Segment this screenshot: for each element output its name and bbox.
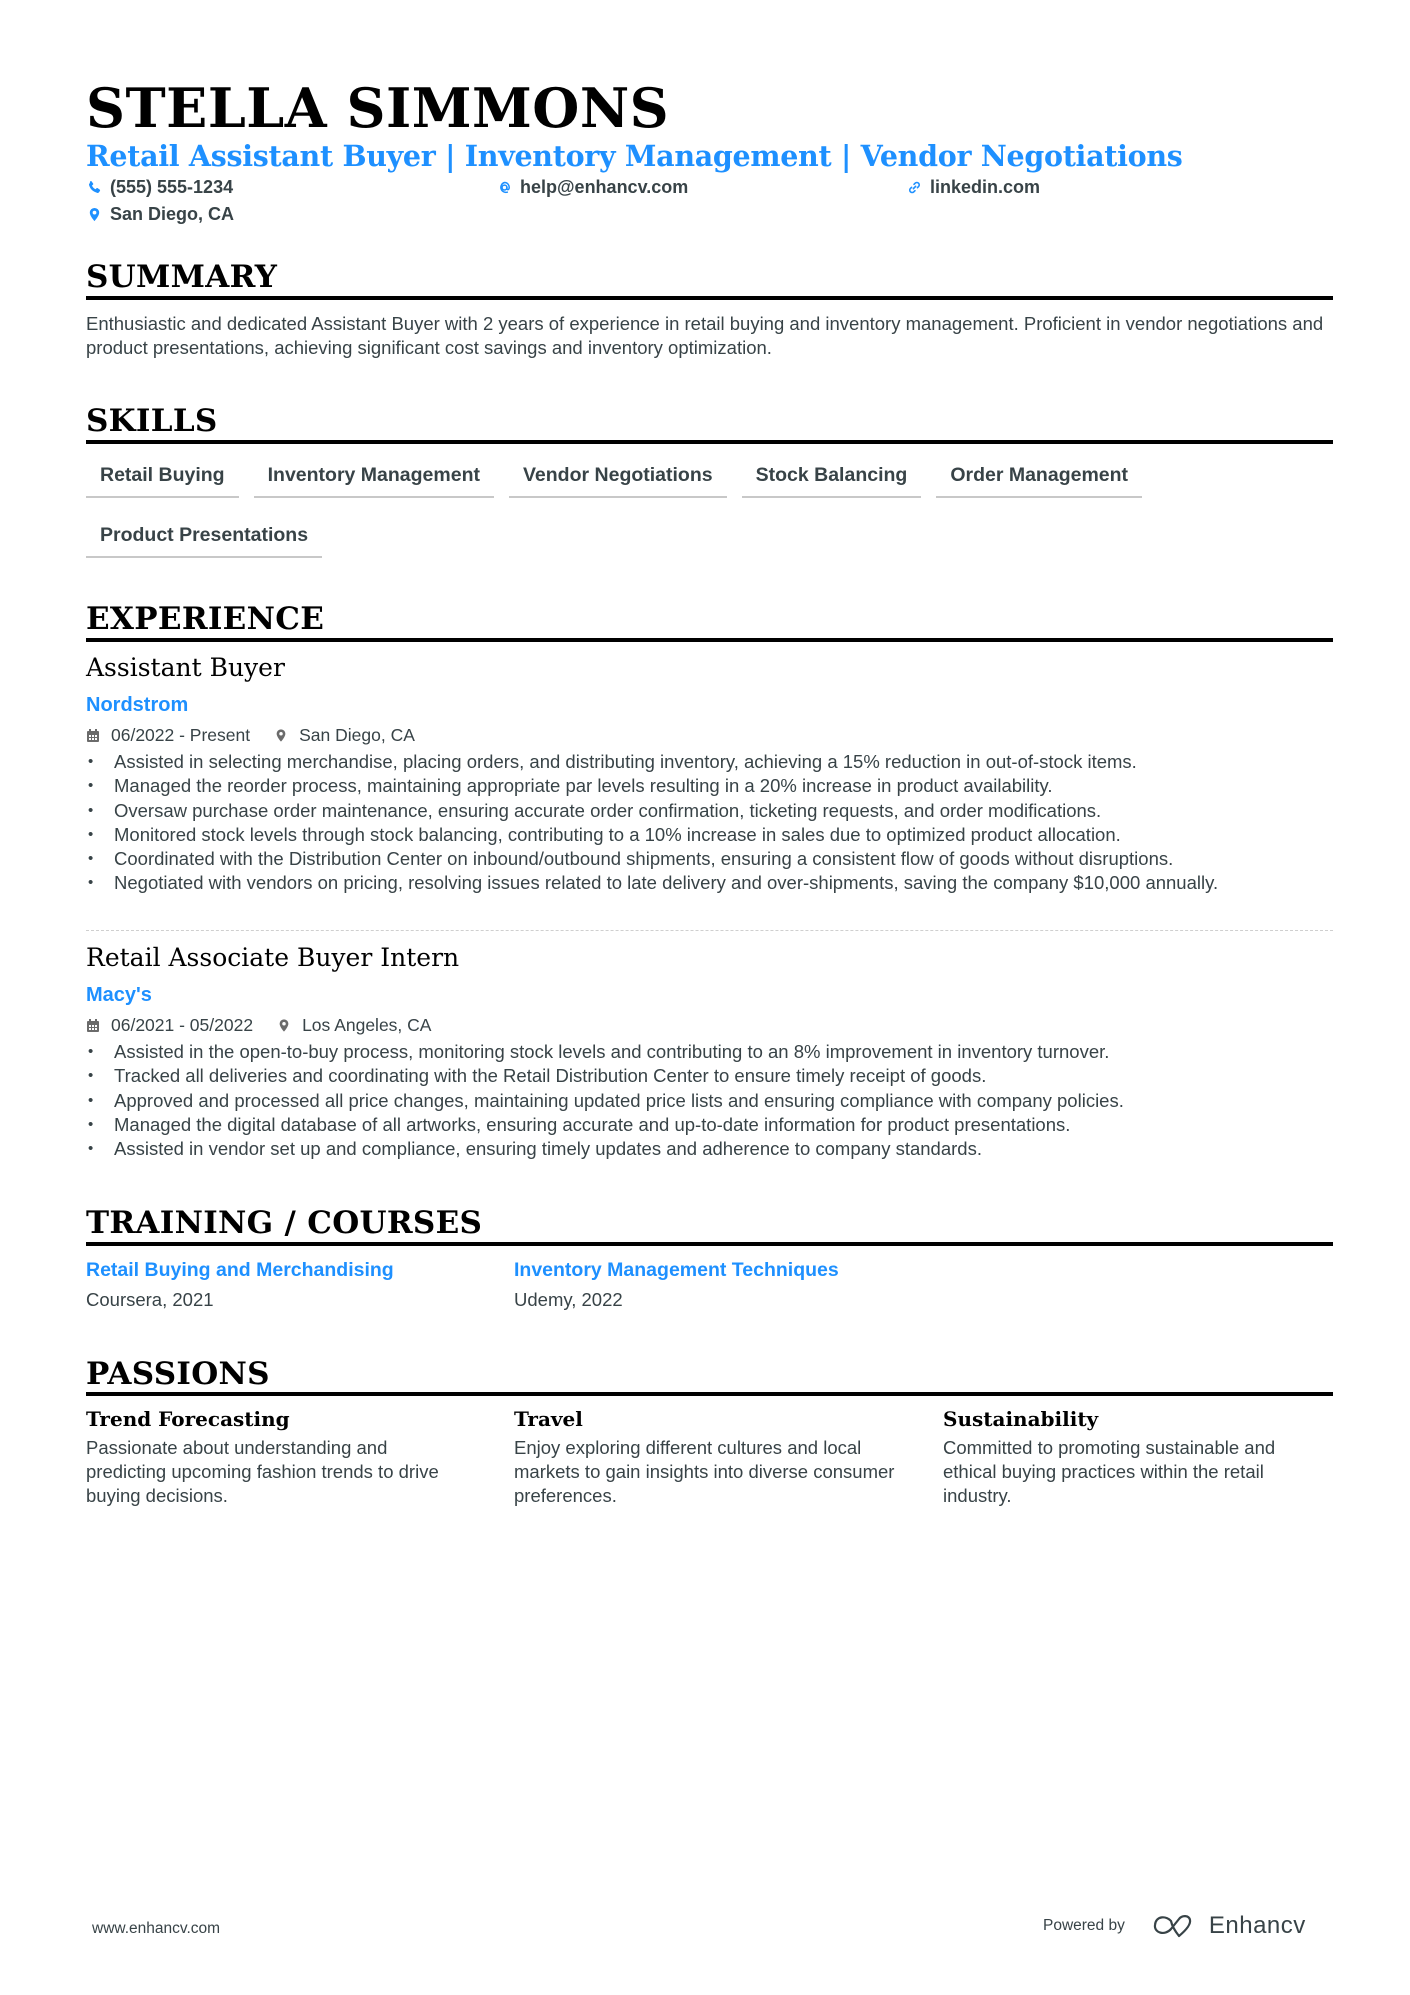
job-title: Assistant Buyer	[86, 653, 285, 682]
location-text: San Diego, CA	[110, 204, 235, 224]
job-separator	[86, 930, 1333, 931]
summary-text: Enthusiastic and dedicated Assistant Buy…	[86, 313, 1324, 358]
passion-item: Trend Forecasting Passionate about under…	[86, 1406, 486, 1508]
skill-tag: Retail Buying	[86, 458, 239, 498]
passion-title: Trend Forecasting	[86, 1407, 290, 1431]
experience-heading: EXPERIENCE	[86, 601, 325, 637]
job-location: Los Angeles, CA	[302, 1015, 432, 1035]
bullet-item: Coordinated with the Distribution Center…	[86, 847, 1333, 872]
passion-title: Travel	[514, 1407, 583, 1431]
course-title: Inventory Management Techniques	[514, 1259, 839, 1281]
phone-icon	[86, 178, 102, 196]
skills-heading: SKILLS	[86, 403, 218, 439]
link-icon	[906, 178, 922, 196]
job-bullets: Assisted in selecting merchandise, placi…	[86, 750, 1333, 896]
contact-location: San Diego, CA	[86, 203, 234, 225]
footer-branding: Powered by Enhancv	[1043, 1912, 1306, 1940]
passion-title: Sustainability	[943, 1407, 1099, 1431]
course-meta: Coursera, 2021	[86, 1289, 214, 1310]
location-pin-icon	[86, 205, 102, 223]
bullet-item: Managed the reorder process, maintaining…	[86, 774, 1333, 799]
enhancv-logo-text: Enhancv	[1208, 1912, 1306, 1939]
job-dates: 06/2021 - 05/2022	[111, 1015, 254, 1035]
email-link[interactable]: help@enhancv.com	[520, 176, 688, 198]
passions-divider	[86, 1392, 1333, 1396]
candidate-name: STELLA SIMMONS	[86, 76, 670, 140]
skill-tag: Vendor Negotiations	[509, 458, 727, 498]
candidate-headline: Retail Assistant Buyer | Inventory Manag…	[86, 139, 1183, 173]
passion-desc: Passionate about understanding and predi…	[86, 1437, 439, 1506]
job-bullets: Assisted in the open-to-buy process, mon…	[86, 1040, 1333, 1162]
bullet-item: Tracked all deliveries and coordinating …	[86, 1064, 1333, 1089]
at-icon	[496, 178, 512, 196]
job-dates: 06/2022 - Present	[111, 725, 251, 745]
training-heading: TRAINING / COURSES	[86, 1205, 483, 1241]
training-divider	[86, 1242, 1333, 1246]
job-meta: 06/2022 - Present San Diego, CA	[86, 724, 415, 746]
skills-divider	[86, 440, 1333, 444]
summary-divider	[86, 296, 1333, 300]
course-meta: Udemy, 2022	[514, 1289, 623, 1310]
bullet-item: Approved and processed all price changes…	[86, 1089, 1333, 1114]
bullet-item: Monitored stock levels through stock bal…	[86, 823, 1333, 848]
enhancv-logo-icon	[1153, 1915, 1192, 1938]
company-name: Macy's	[86, 984, 152, 1006]
powered-by-label: Powered by	[1043, 1917, 1125, 1934]
bullet-item: Assisted in selecting merchandise, placi…	[86, 750, 1333, 775]
location-pin-icon	[274, 728, 290, 743]
contact-email: help@enhancv.com	[496, 176, 688, 198]
job-location: San Diego, CA	[299, 725, 415, 745]
contact-phone: (555) 555-1234	[86, 176, 233, 198]
skill-tag: Order Management	[936, 458, 1143, 498]
skill-tag: Stock Balancing	[741, 458, 922, 498]
bullet-item: Assisted in the open-to-buy process, mon…	[86, 1040, 1333, 1065]
bullet-item: Negotiated with vendors on pricing, reso…	[86, 871, 1333, 896]
bullet-item: Assisted in vendor set up and compliance…	[86, 1137, 1333, 1162]
calendar-icon	[86, 1018, 102, 1033]
passions-heading: PASSIONS	[86, 1356, 270, 1392]
linkedin-link[interactable]: linkedin.com	[930, 176, 1040, 198]
calendar-icon	[86, 728, 102, 743]
bullet-item: Managed the digital database of all artw…	[86, 1113, 1333, 1138]
job-title: Retail Associate Buyer Intern	[86, 943, 460, 972]
contact-linkedin: linkedin.com	[906, 176, 1040, 198]
passion-desc: Committed to promoting sustainable and e…	[943, 1437, 1276, 1506]
summary-heading: SUMMARY	[86, 259, 278, 295]
skill-tag: Product Presentations	[86, 518, 323, 558]
experience-divider	[86, 638, 1333, 642]
job-meta: 06/2021 - 05/2022 Los Angeles, CA	[86, 1014, 431, 1036]
skills-list: Retail Buying Inventory Management Vendo…	[86, 458, 1333, 558]
passion-item: Sustainability Committed to promoting su…	[943, 1406, 1343, 1508]
course-title: Retail Buying and Merchandising	[86, 1259, 394, 1281]
skill-tag: Inventory Management	[253, 458, 494, 498]
passion-item: Travel Enjoy exploring different culture…	[514, 1406, 914, 1508]
bullet-item: Oversaw purchase order maintenance, ensu…	[86, 799, 1333, 824]
company-name: Nordstrom	[86, 694, 189, 716]
phone-text[interactable]: (555) 555-1234	[110, 176, 233, 198]
passion-desc: Enjoy exploring different cultures and l…	[514, 1437, 895, 1506]
location-pin-icon	[277, 1018, 293, 1033]
footer-website[interactable]: www.enhancv.com	[92, 1920, 220, 1938]
